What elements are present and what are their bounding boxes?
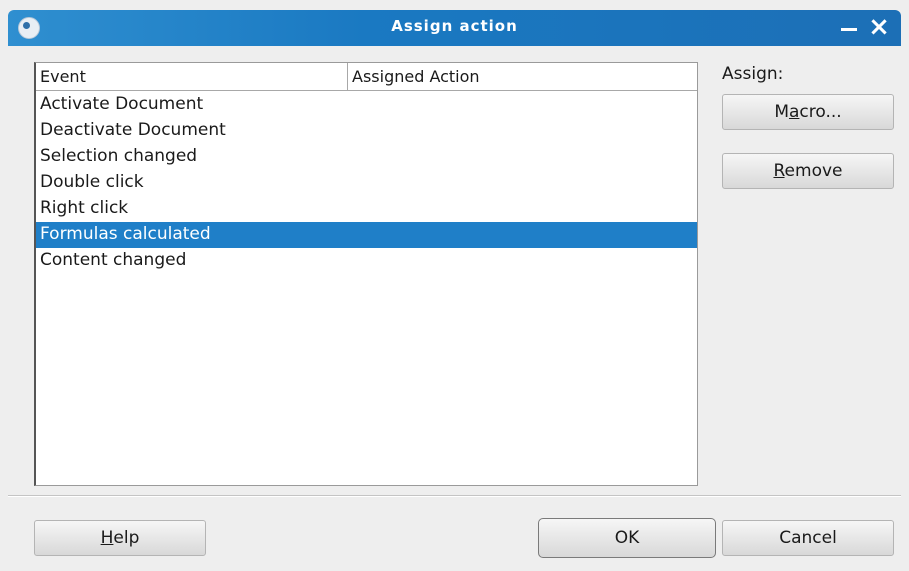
macro-button-label-start: M	[774, 102, 789, 122]
event-row-selection-changed[interactable]: Selection changed	[36, 144, 697, 170]
minimize-icon[interactable]	[839, 18, 859, 38]
event-row-right-click[interactable]: Right click	[36, 196, 697, 222]
help-button[interactable]: Help	[34, 520, 206, 556]
macro-button[interactable]: Macro...	[722, 94, 894, 130]
assign-label: Assign:	[722, 64, 784, 84]
dialog-title: Assign action	[391, 17, 518, 35]
events-list-header: Event Assigned Action	[36, 63, 697, 91]
column-header-event[interactable]: Event	[36, 63, 348, 90]
events-list-rows: Activate Document Deactivate Document Se…	[36, 92, 697, 274]
event-row-content-changed[interactable]: Content changed	[36, 248, 697, 274]
macro-button-mnemonic: a	[788, 102, 800, 122]
remove-button-label-end: emove	[784, 161, 843, 181]
event-row-double-click[interactable]: Double click	[36, 170, 697, 196]
event-row-formulas-calculated[interactable]: Formulas calculated	[36, 222, 697, 248]
help-button-mnemonic: H	[100, 528, 114, 548]
event-row-activate-document[interactable]: Activate Document	[36, 92, 697, 118]
footer-separator	[8, 495, 901, 497]
title-bar[interactable]: Assign action ×	[8, 10, 901, 46]
help-button-label-end: elp	[113, 528, 140, 548]
macro-button-label-end: cro...	[799, 102, 842, 122]
assign-action-dialog: Assign action × Event Assigned Action Ac…	[0, 0, 909, 571]
cancel-button[interactable]: Cancel	[722, 520, 894, 556]
remove-button[interactable]: Remove	[722, 153, 894, 189]
remove-button-mnemonic: R	[773, 161, 785, 181]
event-row-deactivate-document[interactable]: Deactivate Document	[36, 118, 697, 144]
events-list[interactable]: Event Assigned Action Activate Document …	[34, 62, 698, 486]
ok-button[interactable]: OK	[538, 518, 716, 558]
column-header-assigned-action[interactable]: Assigned Action	[348, 63, 698, 90]
close-icon[interactable]: ×	[867, 14, 891, 40]
